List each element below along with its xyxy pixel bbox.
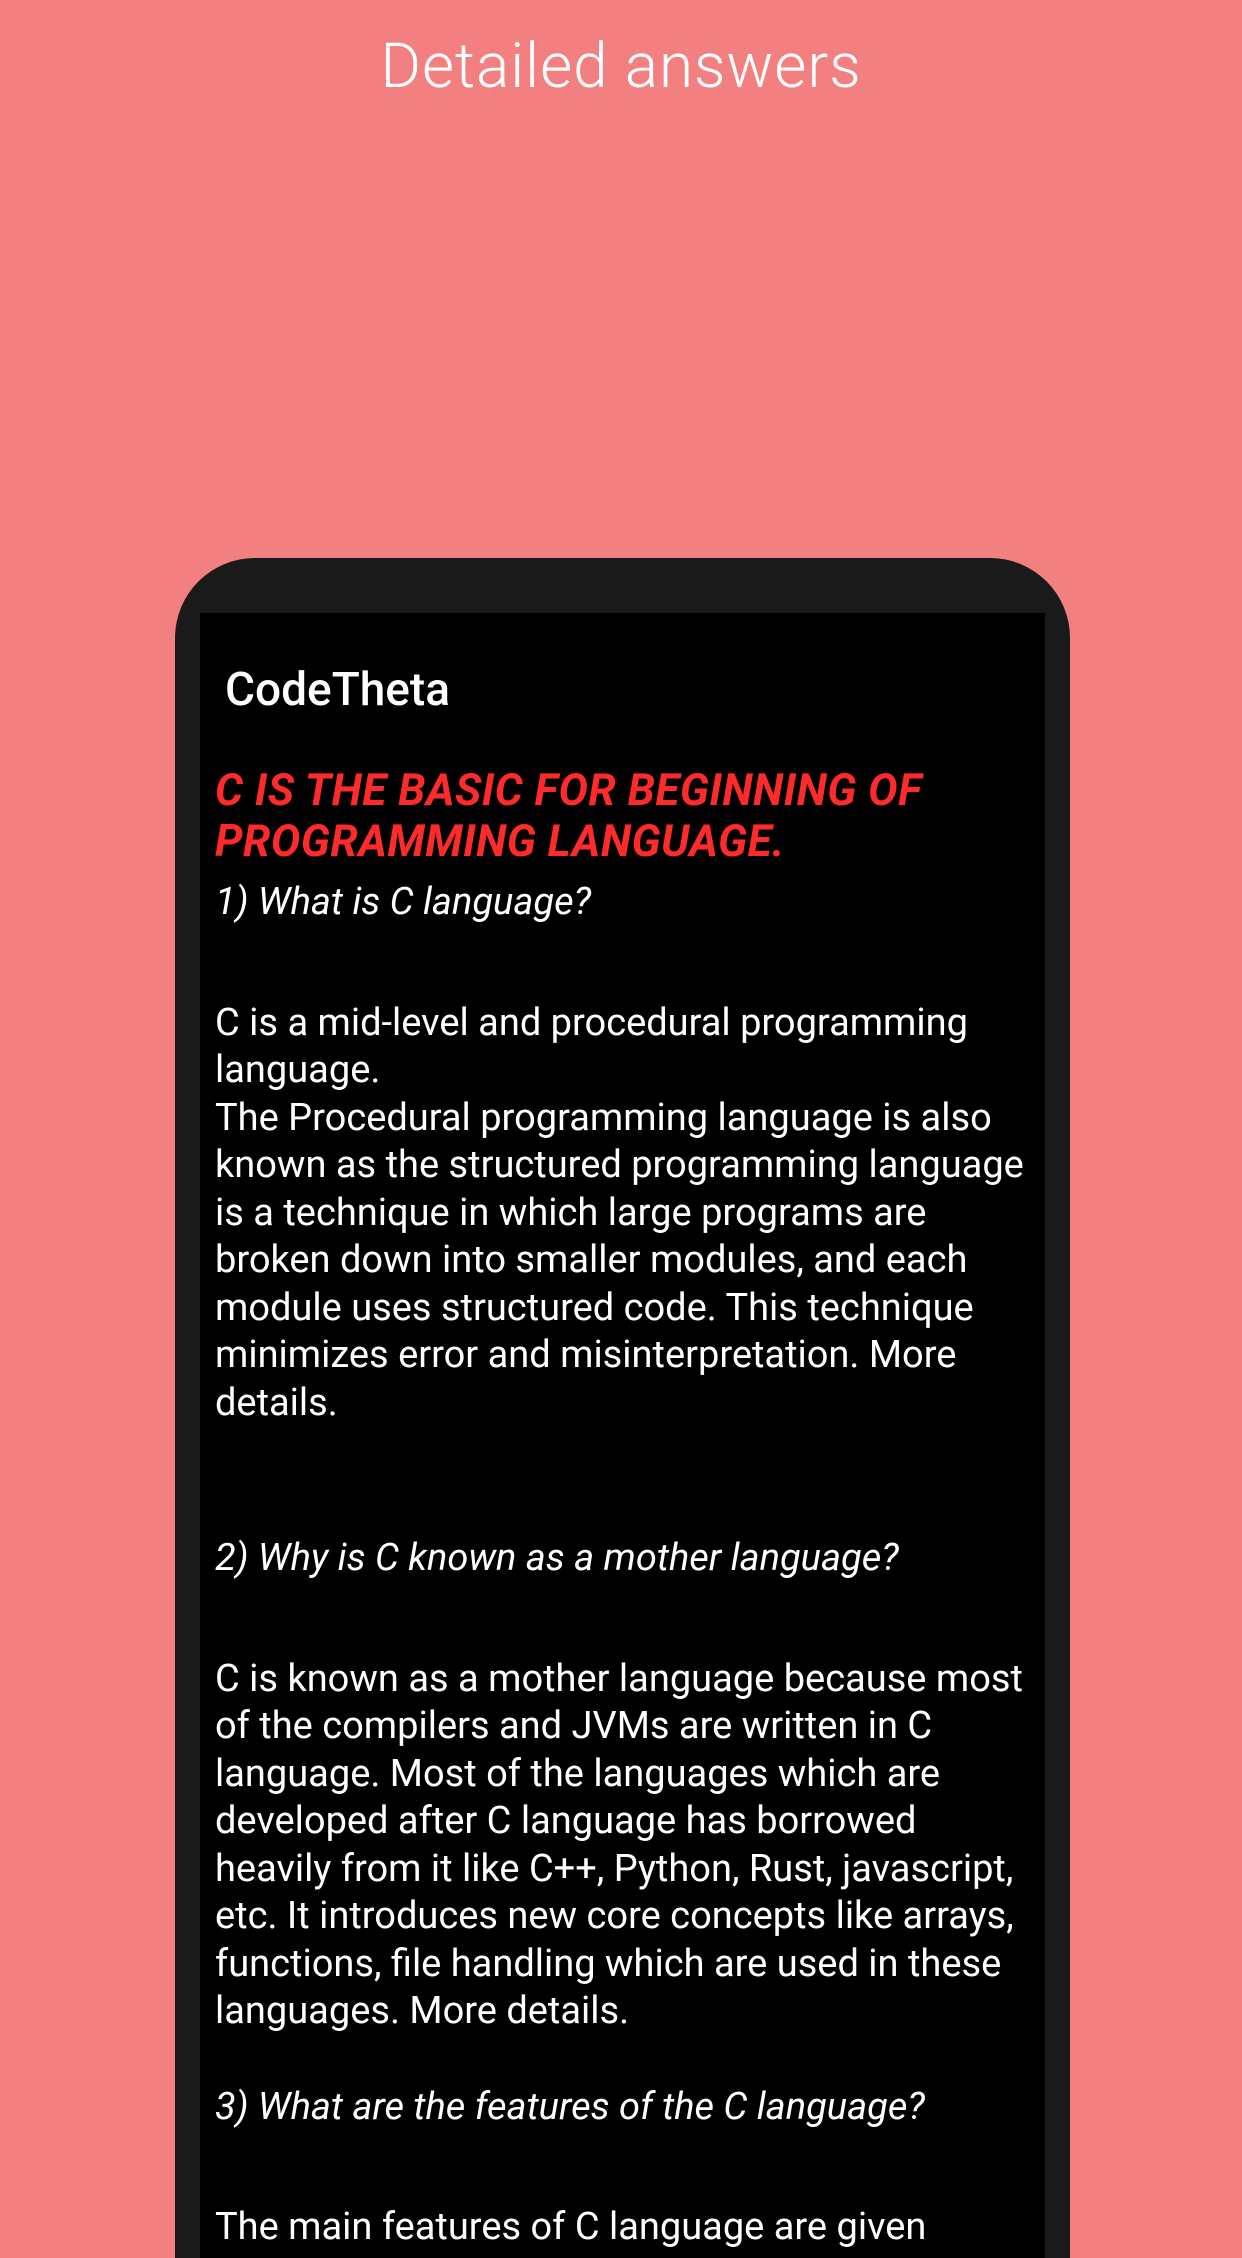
spacer xyxy=(210,1591,1035,1651)
question-2: 2) Why is C known as a mother language? xyxy=(210,1527,1035,1591)
phone-screen[interactable]: CodeTheta C IS THE BASIC FOR BEGINNING O… xyxy=(200,613,1045,2258)
answer-3: The main features of C language are give… xyxy=(210,2199,1035,2258)
phone-frame: CodeTheta C IS THE BASIC FOR BEGINNING O… xyxy=(175,558,1070,2258)
spacer xyxy=(210,2139,1035,2199)
spacer xyxy=(210,935,1035,995)
content-heading: C IS THE BASIC FOR BEGINNING OF PROGRAMM… xyxy=(210,747,1035,871)
question-1: 1) What is C language? xyxy=(210,871,1035,935)
app-name: CodeTheta xyxy=(210,613,1035,747)
answer-1: C is a mid-level and procedural programm… xyxy=(210,995,1035,1468)
page-title: Detailed answers xyxy=(0,0,1242,103)
answer-2: C is known as a mother language because … xyxy=(210,1651,1035,2076)
spacer xyxy=(210,1467,1035,1527)
question-3: 3) What are the features of the C langua… xyxy=(210,2076,1035,2140)
